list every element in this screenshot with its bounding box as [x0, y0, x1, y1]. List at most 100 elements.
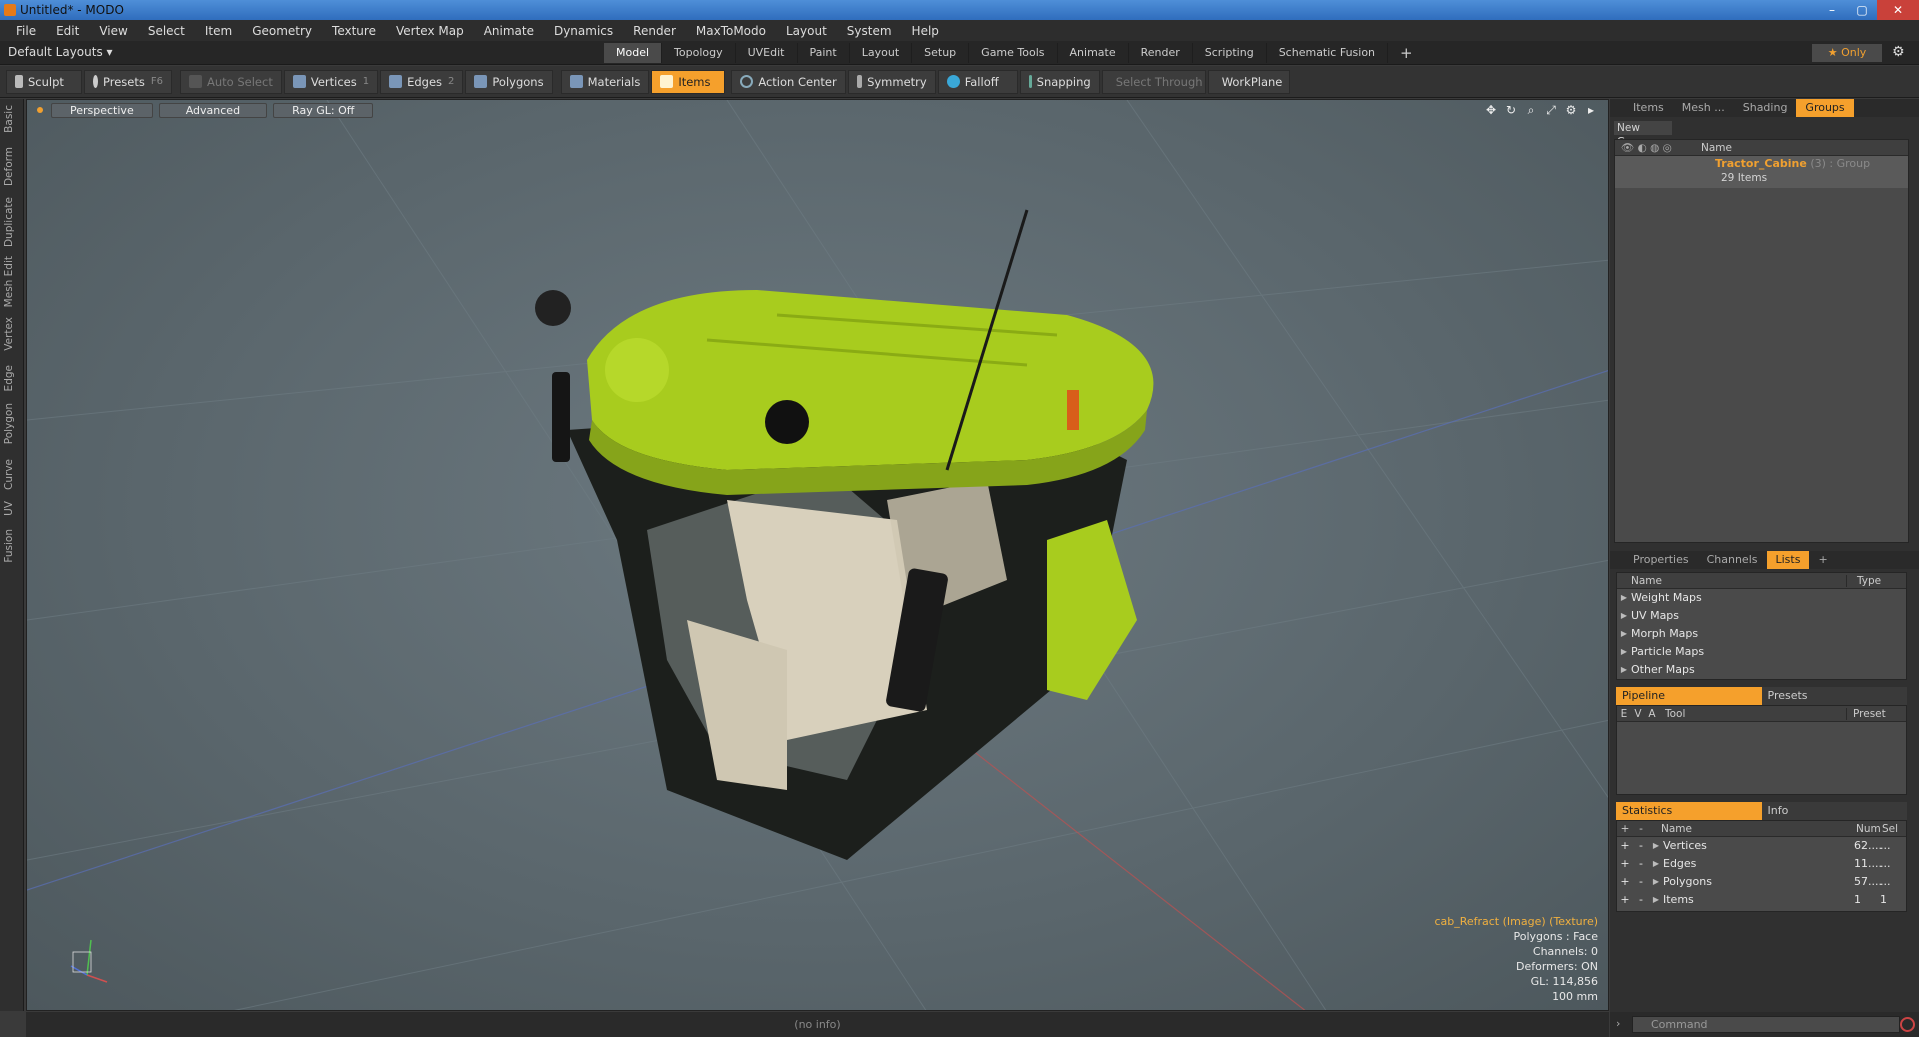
left-tab-deform[interactable]: Deform [3, 147, 15, 186]
auto-select-button[interactable]: Auto Select [180, 69, 282, 94]
tab-mesh[interactable]: Mesh ... [1673, 99, 1734, 117]
tab-statistics[interactable]: Statistics [1616, 802, 1762, 820]
tab-presets[interactable]: Presets [1761, 687, 1907, 705]
menu-dynamics[interactable]: Dynamics [544, 24, 623, 38]
table-row[interactable]: + - ▶ Polygons 57....... [1617, 873, 1906, 891]
3d-viewport[interactable]: Perspective Advanced Ray GL: Off ✥ ↻ ⌕ ⤢… [26, 99, 1609, 1011]
sculpt-button[interactable]: Sculpt [6, 69, 82, 94]
gear-icon[interactable]: ⚙ [1892, 44, 1905, 60]
left-tab-uv[interactable]: UV [3, 501, 15, 516]
left-tab-polygon[interactable]: Polygon [3, 403, 15, 444]
select-through-button[interactable]: Select Through [1101, 69, 1206, 94]
tab-game-tools[interactable]: Game Tools [969, 43, 1058, 63]
remove-selection-button[interactable]: - [1633, 891, 1649, 909]
tab-uvedit[interactable]: UVEdit [736, 43, 798, 63]
menu-animate[interactable]: Animate [474, 24, 544, 38]
presets-button[interactable]: Presets F6 [84, 69, 172, 94]
group-row-tractor-cabine[interactable]: Tractor_Cabine (3) : Group 29 Items [1615, 156, 1908, 188]
tab-items[interactable]: Items [1624, 99, 1673, 117]
menu-geometry[interactable]: Geometry [242, 24, 322, 38]
tab-setup[interactable]: Setup [912, 43, 970, 63]
table-row[interactable]: + - ▶ Vertices 62....... [1617, 837, 1906, 855]
menu-help[interactable]: Help [902, 24, 949, 38]
command-execute-icon[interactable] [1900, 1017, 1915, 1032]
tab-model[interactable]: Model [604, 43, 663, 63]
menu-vertex-map[interactable]: Vertex Map [386, 24, 474, 38]
tab-lists[interactable]: Lists [1766, 551, 1810, 569]
maximize-viewport-icon[interactable]: ⤢ [1544, 103, 1558, 117]
left-tab-basic[interactable]: Basic [3, 105, 15, 133]
maximize-button[interactable]: ▢ [1847, 0, 1877, 20]
list-item[interactable]: ▶ UV Maps [1617, 607, 1906, 625]
vertices-button[interactable]: Vertices 1 [283, 69, 379, 94]
remove-selection-button[interactable]: - [1633, 873, 1649, 891]
edges-button[interactable]: Edges 2 [380, 69, 464, 94]
tab-render[interactable]: Render [1129, 43, 1193, 63]
command-input[interactable]: Command [1632, 1016, 1900, 1033]
minimize-button[interactable]: – [1817, 0, 1847, 20]
viewport-settings-icon[interactable]: ⚙ [1564, 103, 1578, 117]
only-toggle-button[interactable]: ★ Only [1812, 44, 1882, 62]
items-button[interactable]: Items [651, 69, 726, 94]
tab-properties[interactable]: Properties [1624, 551, 1698, 569]
list-item[interactable]: ▶ Morph Maps [1617, 625, 1906, 643]
menu-file[interactable]: File [6, 24, 46, 38]
list-item[interactable]: ▶ Particle Maps [1617, 643, 1906, 661]
menu-layout[interactable]: Layout [776, 24, 837, 38]
tab-groups[interactable]: Groups [1796, 99, 1854, 117]
menu-maxtomodo[interactable]: MaxToModo [686, 24, 776, 38]
new-group-button[interactable]: New Group [1614, 121, 1672, 148]
workplane-button[interactable]: WorkPlane [1207, 69, 1290, 94]
menu-view[interactable]: View [89, 24, 137, 38]
viewport-menu-dot-icon[interactable] [37, 107, 43, 113]
snapping-button[interactable]: Snapping [1019, 69, 1100, 94]
add-selection-button[interactable]: + [1617, 837, 1633, 855]
add-selection-button[interactable]: + [1617, 855, 1633, 873]
left-tab-curve[interactable]: Curve [3, 459, 15, 490]
view-advanced-button[interactable]: Advanced [158, 102, 268, 118]
list-item[interactable]: ▶ Other Maps [1617, 661, 1906, 679]
menu-edit[interactable]: Edit [46, 24, 89, 38]
menu-render[interactable]: Render [623, 24, 686, 38]
table-row[interactable]: + - ▶ Edges 11....... [1617, 855, 1906, 873]
tab-topology[interactable]: Topology [662, 43, 736, 63]
tab-scripting[interactable]: Scripting [1193, 43, 1267, 63]
left-tab-fusion[interactable]: Fusion [3, 529, 15, 563]
tab-pipeline[interactable]: Pipeline [1616, 687, 1762, 705]
rotate-icon[interactable]: ↻ [1504, 103, 1518, 117]
zoom-icon[interactable]: ⌕ [1524, 103, 1538, 117]
add-tab-button[interactable]: + [1388, 43, 1425, 63]
remove-selection-button[interactable]: - [1633, 837, 1649, 855]
table-row[interactable]: + - ▶ Items 1 1 [1617, 891, 1906, 909]
left-tab-edge[interactable]: Edge [3, 365, 15, 391]
symmetry-button[interactable]: Symmetry [847, 69, 936, 94]
materials-button[interactable]: Materials [560, 69, 650, 94]
raygl-toggle-button[interactable]: Ray GL: Off [273, 102, 374, 118]
tab-shading[interactable]: Shading [1734, 99, 1797, 117]
tab-layout[interactable]: Layout [850, 43, 913, 63]
action-center-button[interactable]: Action Center [731, 69, 846, 94]
left-tab-vertex[interactable]: Vertex [3, 317, 15, 351]
add-selection-button[interactable]: + [1617, 873, 1633, 891]
tab-info[interactable]: Info [1761, 802, 1907, 820]
view-perspective-button[interactable]: Perspective [51, 102, 153, 118]
left-tab-duplicate[interactable]: Duplicate [3, 197, 15, 247]
tab-animate[interactable]: Animate [1058, 43, 1129, 63]
tab-channels[interactable]: Channels [1698, 551, 1767, 569]
left-tab-mesh-edit[interactable]: Mesh Edit [3, 256, 15, 307]
menu-select[interactable]: Select [138, 24, 195, 38]
default-layouts-dropdown[interactable]: Default Layouts ▾ [8, 45, 113, 59]
add-panel-tab-button[interactable]: + [1809, 551, 1836, 569]
tab-schematic-fusion[interactable]: Schematic Fusion [1267, 43, 1389, 63]
menu-texture[interactable]: Texture [322, 24, 386, 38]
menu-system[interactable]: System [837, 24, 902, 38]
remove-selection-button[interactable]: - [1633, 855, 1649, 873]
add-selection-button[interactable]: + [1617, 891, 1633, 909]
menu-item[interactable]: Item [195, 24, 242, 38]
list-item[interactable]: ▶ Weight Maps [1617, 589, 1906, 607]
falloff-button[interactable]: Falloff [937, 69, 1018, 94]
viewport-arrow-icon[interactable]: ▸ [1584, 103, 1598, 117]
pan-icon[interactable]: ✥ [1484, 103, 1498, 117]
close-button[interactable]: ✕ [1877, 0, 1919, 20]
tab-paint[interactable]: Paint [798, 43, 850, 63]
